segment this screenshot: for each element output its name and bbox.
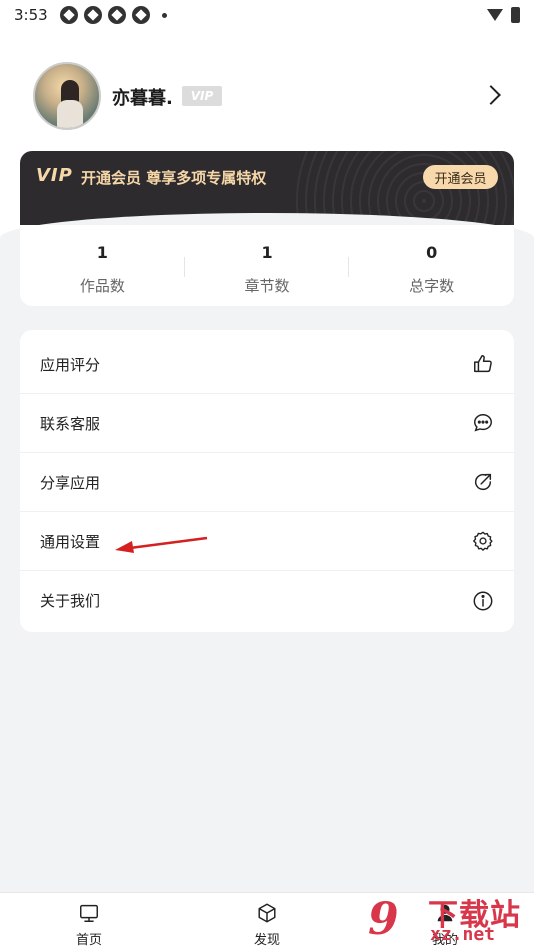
annotation-arrow [115,536,208,553]
watermark-url: xz.net [430,924,496,945]
menu-item-rate-app[interactable]: 应用评分 [20,335,514,394]
menu-item-contact-support[interactable]: 联系客服 [20,394,514,453]
watermark-logo: 9 [368,894,399,945]
tab-label: 发现 [253,933,280,948]
monitor-icon [80,904,98,922]
share-icon [475,473,492,491]
app-notification-icon [83,6,102,24]
open-vip-button[interactable]: 开通会员 [423,165,498,189]
menu-item-label: 通用设置 [40,532,101,551]
stat-label: 总字数 [409,277,455,295]
vip-banner-text: 开通会员 尊享多项专属特权 [81,169,267,187]
username: 亦暮暮. [112,88,173,109]
cube-icon [258,903,276,923]
watermark: 9 下载站 xz.net [366,888,534,950]
vip-badge: VIP [182,86,222,106]
status-time: 3:53 [14,6,48,24]
menu-item-label: 联系客服 [40,414,101,433]
stat-value: 1 [261,243,273,262]
vip-logo: VIP [36,165,73,186]
battery-icon [511,7,520,23]
tab-label: 首页 [75,933,102,948]
menu-item-label: 关于我们 [40,592,101,610]
status-bar: 3:53 [0,0,534,30]
stat-value: 1 [96,243,108,262]
chat-bubble-icon [474,414,492,432]
menu-item-general-settings[interactable]: 通用设置 [20,512,514,571]
info-icon [473,591,493,610]
thumbs-up-icon [474,355,492,373]
stat-label: 作品数 [79,277,125,295]
app-notification-icon [131,6,150,24]
menu-item-about-us[interactable]: 关于我们 [20,571,514,630]
menu-card: 应用评分 联系客服 分享应用 通用设置 关于我们 [20,330,514,632]
stats-card: 1 作品数 1 章节数 0 总字数 [20,225,514,306]
menu-item-share-app[interactable]: 分享应用 [20,453,514,512]
avatar-dress [57,100,83,128]
stat-word-count[interactable]: 0 总字数 [349,225,514,306]
stat-value: 0 [426,243,438,262]
tab-discover[interactable]: 发现 [178,893,356,950]
wifi-icon [487,9,503,21]
more-notifications-dot-icon [161,12,167,18]
app-notification-icon [107,6,126,24]
gear-icon [473,531,493,551]
stat-works[interactable]: 1 作品数 [20,225,185,306]
tab-home[interactable]: 首页 [0,893,178,950]
stat-label: 章节数 [244,277,290,295]
stat-chapters[interactable]: 1 章节数 [185,225,350,306]
app-notification-icon [59,6,78,24]
chevron-right-icon[interactable] [481,85,501,105]
notification-icons [59,6,167,24]
avatar[interactable] [33,62,101,130]
menu-item-label: 应用评分 [40,355,101,374]
menu-item-label: 分享应用 [40,473,101,492]
